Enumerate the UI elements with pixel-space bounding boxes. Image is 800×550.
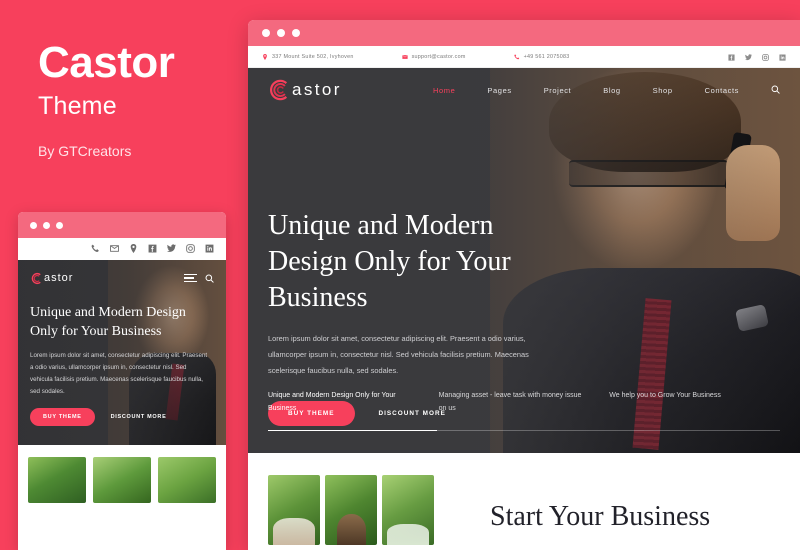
feature-item-1[interactable]: Unique and Modern Design Only for Your B… [268,390,439,416]
hero-slider-track[interactable] [268,430,780,431]
hero-feature-strip: Unique and Modern Design Only for Your B… [268,390,780,431]
promo-title: Castor [38,38,175,87]
mobile-gallery-thumb[interactable] [28,457,86,503]
mobile-logo[interactable]: astor [30,272,73,285]
hero-heading-line-1: Unique and Modern [268,210,494,241]
mobile-hero-content: Unique and Modern Design Only for Your B… [30,304,216,427]
mail-icon[interactable] [110,240,119,258]
hero-section: astor Home Pages Project Blog Shop Conta… [248,68,800,453]
window-dot-maximize[interactable] [56,221,63,229]
hero-heading-line-2: Design Only for Your [268,245,511,277]
lower-section-heading: Start Your Business [490,501,711,532]
mobile-logo-text: astor [44,272,74,284]
desktop-preview-window: 337 Mount Suite 502, Ivyhoven support@ca… [248,20,800,550]
nav-item-contacts[interactable]: Contacts [705,86,739,95]
mobile-heading-line-1: Unique and Modern Design [30,305,186,320]
mobile-hero: astor Unique and Modern Design Only for … [18,260,226,445]
phone-icon [513,53,519,59]
nav-item-project[interactable]: Project [544,86,572,95]
contact-phone-text: +49 561 2075083 [523,53,570,60]
pin-icon[interactable] [129,240,138,258]
hamburger-icon[interactable] [184,273,197,283]
contact-address: 337 Mount Suite 502, Ivyhoven [262,53,354,60]
instagram-icon[interactable] [186,240,195,258]
window-dot-close[interactable] [262,29,270,37]
linkedin-icon[interactable] [205,240,214,258]
contact-bar: 337 Mount Suite 502, Ivyhoven support@ca… [248,46,800,68]
phone-icon[interactable] [91,240,100,258]
mobile-buy-theme-button[interactable]: BUY THEME [30,408,95,427]
mobile-hero-heading: Unique and Modern Design Only for Your B… [30,304,216,342]
mobile-gallery-thumb[interactable] [93,457,151,503]
mail-icon [401,54,408,59]
lower-section: Start Your Business [248,453,800,550]
main-nav: Home Pages Project Blog Shop Contacts [433,81,780,99]
contact-email-text: support@castor.com [411,53,466,60]
mobile-heading-line-2: Only for Your Business [30,323,162,339]
mobile-gallery [18,445,226,503]
feature-item-3[interactable]: We help you to Grow Your Business [609,390,780,416]
castor-c-icon [270,79,288,101]
hero-slider-progress [268,430,437,431]
pin-icon [263,53,267,60]
site-logo[interactable]: astor [268,79,342,101]
contact-address-text: 337 Mount Suite 502, Ivyhoven [272,53,354,60]
gallery-image[interactable] [382,475,434,545]
window-dot-minimize[interactable] [277,29,285,37]
social-links [728,48,786,66]
contact-email[interactable]: support@castor.com [401,53,466,60]
window-dot-maximize[interactable] [292,29,300,37]
mobile-gallery-thumb[interactable] [158,457,216,503]
search-icon[interactable] [205,274,214,283]
mobile-preview-window: astor Unique and Modern Design Only for … [18,212,226,550]
lower-gallery [268,475,434,545]
contact-phone[interactable]: +49 561 2075083 [513,53,570,60]
promo-author: By GTCreators [38,143,132,160]
hero-heading: Unique and Modern Design Only for Your B… [268,208,538,315]
feature-item-2[interactable]: Managing asset - leave task with money i… [439,390,610,416]
browser-titlebar [248,20,800,46]
mobile-titlebar [18,212,226,238]
promo-panel: Castor Theme By GTCreators [38,38,238,160]
hero-heading-line-3: Business [268,281,368,313]
nav-item-shop[interactable]: Shop [653,86,673,95]
mobile-navbar: astor [18,260,226,296]
nav-item-home[interactable]: Home [433,86,455,95]
linkedin-icon[interactable] [779,48,786,66]
hero-paragraph: Lorem ipsum dolor sit amet, consectetur … [268,334,529,376]
site-navbar: astor Home Pages Project Blog Shop Conta… [248,68,800,112]
mobile-hero-paragraph: Lorem ipsum dolor sit amet, consectetur … [30,351,208,396]
mobile-discount-more-link[interactable]: DISCOUNT MORE [111,414,167,420]
gallery-image[interactable] [325,475,377,545]
mobile-icon-row [18,238,226,260]
window-dot-close[interactable] [30,221,37,229]
promo-subtitle: Theme [38,92,117,121]
twitter-icon[interactable] [745,48,752,66]
nav-item-blog[interactable]: Blog [603,86,620,95]
twitter-icon[interactable] [167,240,176,258]
facebook-icon[interactable] [728,48,735,66]
facebook-icon[interactable] [148,240,157,258]
castor-c-icon [31,272,41,284]
site-logo-text: astor [292,80,342,99]
window-dot-minimize[interactable] [43,221,50,229]
search-icon[interactable] [771,81,780,99]
instagram-icon[interactable] [762,48,769,66]
nav-item-pages[interactable]: Pages [487,86,511,95]
gallery-image[interactable] [268,475,320,545]
